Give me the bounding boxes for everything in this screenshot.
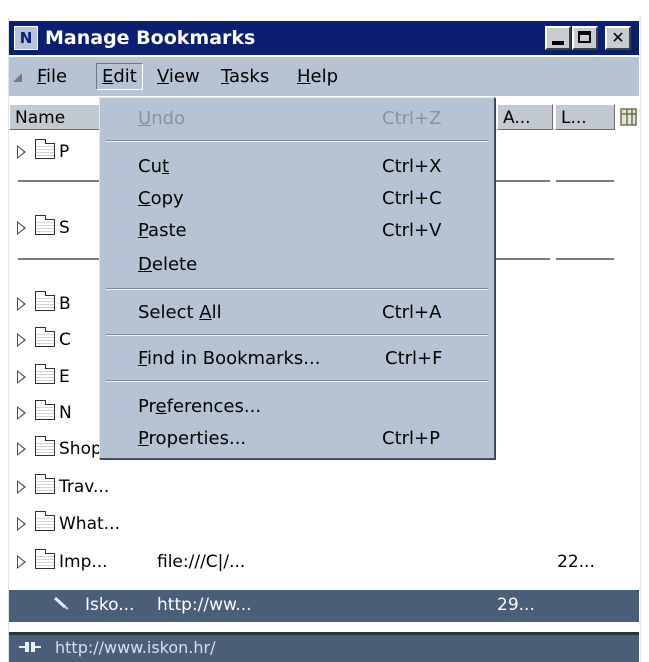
folder-icon [35,291,55,311]
menu-properties[interactable]: Properties... Ctrl+P [100,424,494,454]
folder-icon [35,364,55,384]
column-picker-icon[interactable] [619,106,639,128]
title-bar[interactable]: N Manage Bookmarks [9,21,639,55]
menu-separator [106,140,488,142]
menu-separator [106,334,488,336]
tree-row[interactable]: Imp... file:///C|/... 22... [9,547,639,577]
row-name: N [59,403,72,423]
menu-separator [106,288,488,290]
expand-twisty-icon[interactable] [17,221,26,235]
separator-line [18,258,102,260]
menu-delete[interactable]: Delete [100,250,494,280]
menu-select-all[interactable]: Select All Ctrl+A [100,298,494,328]
menu-tasks[interactable]: Tasks [216,63,274,90]
row-added: 29... [497,595,535,615]
expand-twisty-icon[interactable] [17,442,26,456]
menu-paste[interactable]: Paste Ctrl+V [100,216,494,246]
row-name: B [59,294,71,314]
maximize-button[interactable] [572,26,598,50]
expand-twisty-icon[interactable] [17,145,26,159]
row-location: http://ww... [157,595,252,615]
row-name: C [59,330,71,350]
folder-icon [35,474,55,494]
menu-find-in-bookmarks[interactable]: Find in Bookmarks... Ctrl+F [100,344,494,374]
row-name: P [59,142,70,162]
menu-edit[interactable]: Edit [96,63,143,90]
row-location: file:///C|/... [157,552,246,572]
expand-twisty-icon[interactable] [17,297,26,311]
folder-icon [35,400,55,420]
separator-line [496,180,550,182]
column-added[interactable]: A... [497,104,553,130]
row-last-visited: 22... [557,552,595,572]
folder-icon [35,327,55,347]
row-name: Trav... [59,477,110,497]
separator-line [18,180,102,182]
row-name: What... [59,514,120,534]
tree-row[interactable]: What... [9,509,639,539]
column-name[interactable]: Name [9,104,109,130]
menu-help[interactable]: Help [292,63,343,90]
row-name: S [59,218,70,238]
edit-menu-dropdown: Undo Ctrl+Z Cut Ctrl+X Copy Ctrl+C Paste… [99,97,495,459]
row-name: Imp... [59,552,108,572]
menu-copy[interactable]: Copy Ctrl+C [100,184,494,214]
tree-row[interactable]: Trav... [9,472,639,502]
expand-twisty-icon[interactable] [17,480,26,494]
folder-icon [35,215,55,235]
folder-icon [35,549,55,569]
expand-twisty-icon[interactable] [17,555,26,569]
menu-view[interactable]: View [152,63,205,90]
menu-bar: File Edit View Tasks Help [9,57,639,96]
folder-icon [35,139,55,159]
folder-icon [35,436,55,456]
menubar-grip-icon[interactable] [13,73,22,82]
menu-cut[interactable]: Cut Ctrl+X [100,152,494,182]
status-bar: http://www.iskon.hr/ [9,632,639,662]
expand-twisty-icon[interactable] [17,333,26,347]
folder-icon [35,511,55,531]
expand-twisty-icon[interactable] [17,517,26,531]
connection-icon [19,642,41,652]
bookmark-icon [53,596,69,610]
tree-row-selected[interactable]: Isko... http://ww... 29... [9,590,639,622]
expand-twisty-icon[interactable] [17,406,26,420]
row-name: E [59,367,70,387]
separator-line [556,180,614,182]
expand-twisty-icon[interactable] [17,370,26,384]
menu-file[interactable]: File [32,63,72,90]
close-button[interactable] [605,26,631,50]
netscape-icon: N [14,26,38,50]
window-title: Manage Bookmarks [45,27,256,49]
column-last[interactable]: L... [555,104,615,130]
menu-separator [106,380,488,382]
menu-preferences[interactable]: Preferences... [100,392,494,422]
row-name: Isko... [85,595,135,615]
menu-undo[interactable]: Undo Ctrl+Z [100,104,494,134]
minimize-button[interactable] [545,26,571,50]
separator-line [556,258,614,260]
separator-line [496,258,550,260]
status-url: http://www.iskon.hr/ [55,638,216,657]
